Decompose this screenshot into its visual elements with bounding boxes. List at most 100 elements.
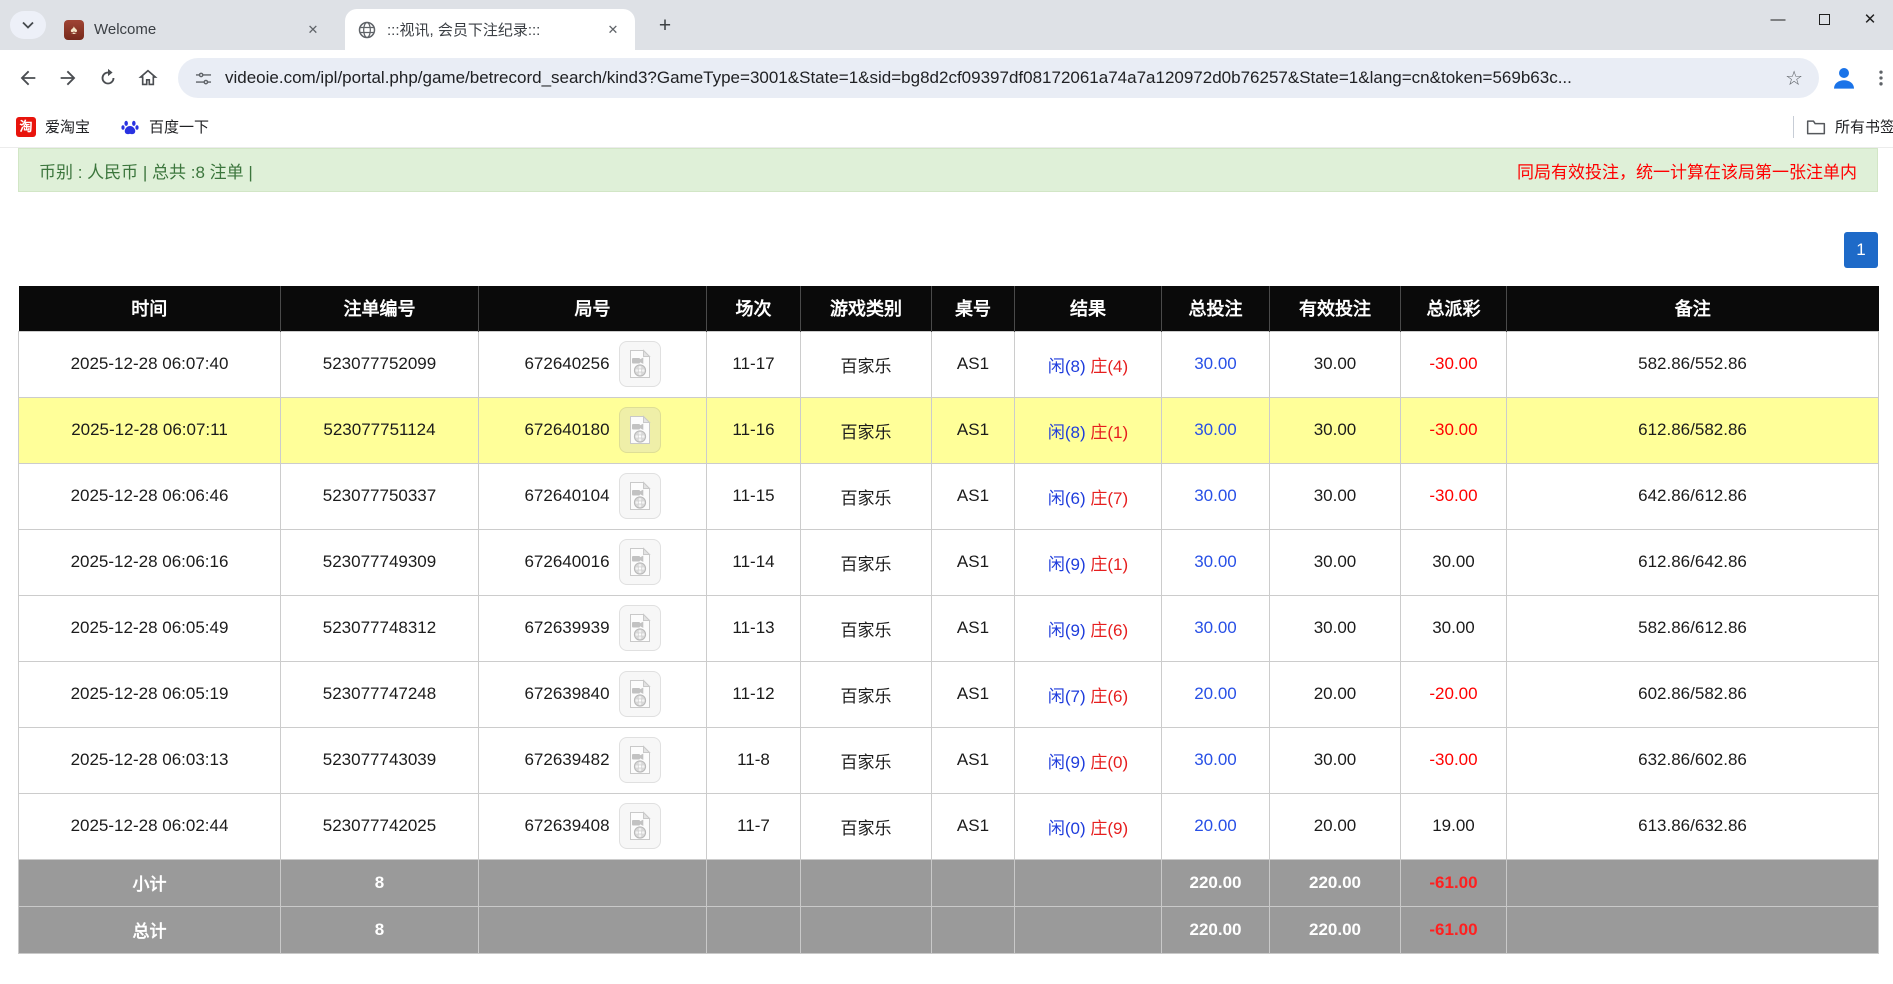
bookmark-taobao[interactable]: 爱淘宝 bbox=[16, 116, 90, 137]
bet-table-row[interactable]: 2025-12-28 06:06:16523077749309672640016… bbox=[19, 529, 1879, 595]
video-file-icon bbox=[627, 613, 653, 643]
globe-favicon-icon bbox=[357, 20, 377, 40]
cell-game-type: 百家乐 bbox=[801, 397, 932, 463]
video-replay-button[interactable] bbox=[619, 407, 661, 453]
cell-total-bet[interactable]: 30.00 bbox=[1162, 331, 1270, 397]
cell-round-no: 672639482 bbox=[479, 727, 707, 793]
bookmark-baidu[interactable]: 百度一下 bbox=[120, 116, 209, 137]
result-banker: 庄(9) bbox=[1090, 819, 1128, 838]
cell-total-bet[interactable]: 20.00 bbox=[1162, 793, 1270, 859]
column-header: 时间 bbox=[19, 286, 281, 331]
new-tab-button[interactable]: + bbox=[652, 13, 678, 39]
summary-empty bbox=[801, 906, 932, 953]
cell-round-no: 672640016 bbox=[479, 529, 707, 595]
baidu-paw-icon bbox=[120, 117, 140, 137]
cell-valid-bet: 20.00 bbox=[1270, 793, 1401, 859]
cell-valid-bet: 30.00 bbox=[1270, 397, 1401, 463]
cell-game-type: 百家乐 bbox=[801, 793, 932, 859]
bookmarks-right: 所有书签 bbox=[1793, 116, 1893, 138]
cell-valid-bet: 30.00 bbox=[1270, 331, 1401, 397]
bet-table-row[interactable]: 2025-12-28 06:05:19523077747248672639840… bbox=[19, 661, 1879, 727]
video-file-icon bbox=[627, 547, 653, 577]
tab-search-button[interactable] bbox=[10, 11, 46, 39]
cell-valid-bet: 30.00 bbox=[1270, 463, 1401, 529]
cell-payout: 30.00 bbox=[1401, 595, 1507, 661]
summary-empty bbox=[479, 859, 707, 906]
maximize-icon bbox=[1819, 14, 1830, 25]
cell-session: 11-13 bbox=[707, 595, 801, 661]
taobao-icon bbox=[16, 117, 36, 137]
result-banker: 庄(0) bbox=[1090, 753, 1128, 772]
cell-note: 632.86/602.86 bbox=[1507, 727, 1879, 793]
minimize-button[interactable]: — bbox=[1755, 0, 1801, 38]
bookmarks-divider bbox=[1793, 116, 1794, 138]
tab-bet-record[interactable]: :::视讯, 会员下注纪录::: ✕ bbox=[345, 9, 635, 50]
cell-payout: -30.00 bbox=[1401, 463, 1507, 529]
bookmark-star-icon[interactable]: ☆ bbox=[1785, 66, 1803, 91]
tab-welcome[interactable]: Welcome ✕ bbox=[52, 9, 335, 50]
video-replay-button[interactable] bbox=[619, 473, 661, 519]
video-replay-button[interactable] bbox=[619, 605, 661, 651]
summary-empty bbox=[1507, 859, 1879, 906]
round-no-text: 672640104 bbox=[524, 486, 609, 506]
cell-result: 闲(9) 庄(1) bbox=[1015, 529, 1162, 595]
bet-table-row[interactable]: 2025-12-28 06:03:13523077743039672639482… bbox=[19, 727, 1879, 793]
cell-payout: 30.00 bbox=[1401, 529, 1507, 595]
cell-total-bet[interactable]: 20.00 bbox=[1162, 661, 1270, 727]
bet-table-row[interactable]: 2025-12-28 06:05:49523077748312672639939… bbox=[19, 595, 1879, 661]
close-window-button[interactable]: ✕ bbox=[1847, 0, 1893, 38]
summary-empty bbox=[479, 906, 707, 953]
all-bookmarks-label: 所有书签 bbox=[1835, 116, 1893, 137]
cell-table-no: AS1 bbox=[932, 397, 1015, 463]
cell-bet-no: 523077748312 bbox=[281, 595, 479, 661]
round-no-text: 672639408 bbox=[524, 816, 609, 836]
browser-toolbar: videoie.com/ipl/portal.php/game/betrecor… bbox=[0, 50, 1893, 106]
summary-empty bbox=[1015, 859, 1162, 906]
bet-table-row[interactable]: 2025-12-28 06:02:44523077742025672639408… bbox=[19, 793, 1879, 859]
video-replay-button[interactable] bbox=[619, 737, 661, 783]
back-button[interactable] bbox=[8, 58, 48, 98]
bet-table-row[interactable]: 2025-12-28 06:07:11523077751124672640180… bbox=[19, 397, 1879, 463]
video-replay-button[interactable] bbox=[619, 341, 661, 387]
cell-total-bet[interactable]: 30.00 bbox=[1162, 727, 1270, 793]
cell-round-no: 672640104 bbox=[479, 463, 707, 529]
cell-game-type: 百家乐 bbox=[801, 463, 932, 529]
cell-total-bet[interactable]: 30.00 bbox=[1162, 595, 1270, 661]
all-bookmarks-button[interactable]: 所有书签 bbox=[1806, 116, 1893, 137]
cell-table-no: AS1 bbox=[932, 661, 1015, 727]
round-no-wrap: 672640104 bbox=[524, 473, 660, 519]
bookmark-label: 爱淘宝 bbox=[45, 116, 90, 137]
cell-total-bet[interactable]: 30.00 bbox=[1162, 529, 1270, 595]
video-replay-button[interactable] bbox=[619, 539, 661, 585]
close-tab-icon[interactable]: ✕ bbox=[603, 20, 623, 40]
bet-table-row[interactable]: 2025-12-28 06:07:40523077752099672640256… bbox=[19, 331, 1879, 397]
cell-total-bet[interactable]: 30.00 bbox=[1162, 397, 1270, 463]
cell-round-no: 672639840 bbox=[479, 661, 707, 727]
summary-empty bbox=[1507, 906, 1879, 953]
video-replay-button[interactable] bbox=[619, 671, 661, 717]
cell-table-no: AS1 bbox=[932, 331, 1015, 397]
reload-button[interactable] bbox=[88, 58, 128, 98]
url-bar[interactable]: videoie.com/ipl/portal.php/game/betrecor… bbox=[178, 58, 1819, 98]
bet-table-head-row: 时间注单编号局号场次游戏类别桌号结果总投注有效投注总派彩备注 bbox=[19, 286, 1879, 331]
tab-title: Welcome bbox=[94, 21, 293, 38]
menu-dots-icon[interactable] bbox=[1871, 67, 1891, 89]
result-player: 闲(7) bbox=[1048, 687, 1086, 706]
close-tab-icon[interactable]: ✕ bbox=[303, 20, 323, 40]
bookmarks-bar: 爱淘宝 百度一下 所有书签 bbox=[0, 106, 1893, 148]
maximize-button[interactable] bbox=[1801, 0, 1847, 38]
page-1-button[interactable]: 1 bbox=[1844, 232, 1878, 268]
site-settings-tune-icon[interactable] bbox=[194, 69, 213, 88]
cell-payout: 19.00 bbox=[1401, 793, 1507, 859]
forward-button[interactable] bbox=[48, 58, 88, 98]
cell-round-no: 672640256 bbox=[479, 331, 707, 397]
bet-table-row[interactable]: 2025-12-28 06:06:46523077750337672640104… bbox=[19, 463, 1879, 529]
video-replay-button[interactable] bbox=[619, 803, 661, 849]
cell-note: 582.86/552.86 bbox=[1507, 331, 1879, 397]
summary-valid-bet: 220.00 bbox=[1270, 906, 1401, 953]
video-file-icon bbox=[627, 679, 653, 709]
summary-empty bbox=[932, 859, 1015, 906]
cell-total-bet[interactable]: 30.00 bbox=[1162, 463, 1270, 529]
profile-avatar-icon[interactable] bbox=[1829, 63, 1859, 93]
home-button[interactable] bbox=[128, 58, 168, 98]
